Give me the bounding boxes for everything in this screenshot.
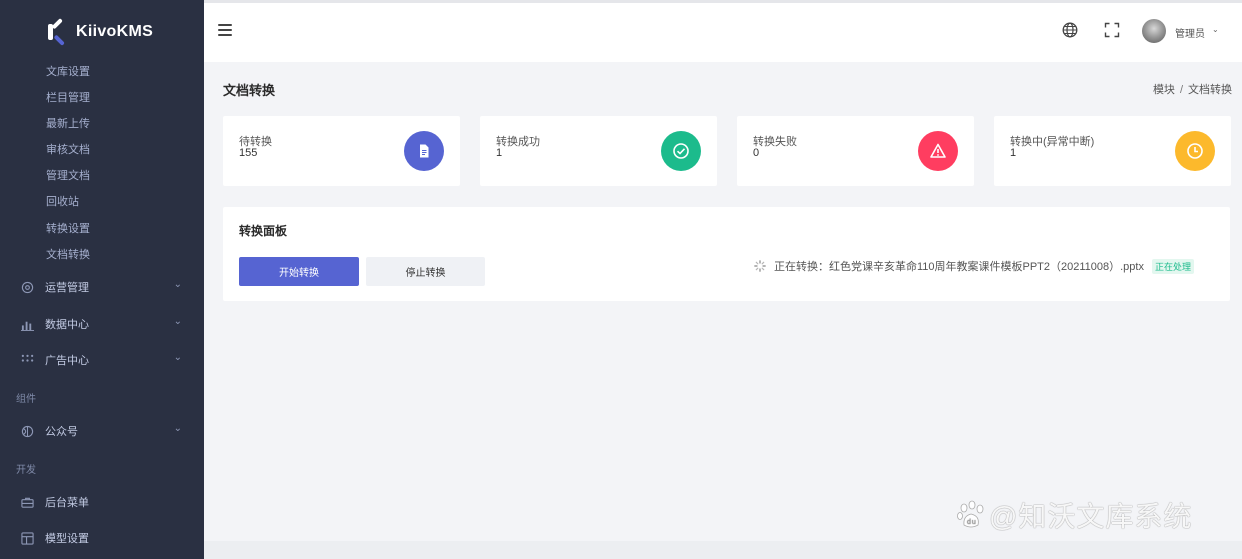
sidebar: KiivoKMS 文库设置 栏目管理 最新上传 审核文档 管理文档 回收站 转换… xyxy=(0,0,204,559)
stop-conversion-button[interactable]: 停止转换 xyxy=(366,257,485,286)
app-name: KiivoKMS xyxy=(76,23,154,40)
wechat-icon xyxy=(20,424,34,438)
sidebar-item-label: 数据中心 xyxy=(45,319,89,331)
chevron-down-icon: ⌄ xyxy=(173,423,182,434)
sidebar-item-label: 广告中心 xyxy=(45,355,89,367)
sidebar-item-admin-menu[interactable]: 后台菜单 xyxy=(20,492,190,512)
sidebar-item-label: 公众号 xyxy=(45,426,78,438)
stat-value: 155 xyxy=(239,147,258,159)
spinner-icon xyxy=(754,260,766,272)
chevron-down-icon: ⌄ xyxy=(173,352,182,363)
sidebar-item-model-settings[interactable]: 模型设置 xyxy=(20,528,190,548)
breadcrumb-item-current: 文档转换 xyxy=(1188,84,1232,96)
menu-toggle-icon[interactable] xyxy=(218,24,232,36)
operations-icon xyxy=(20,280,34,294)
sidebar-item-ad-center[interactable]: 广告中心 ⌄ xyxy=(20,350,190,370)
briefcase-icon xyxy=(20,495,34,509)
grid-dots-icon xyxy=(20,353,34,367)
document-icon xyxy=(404,131,444,171)
chevron-down-icon: ⌄ xyxy=(173,316,182,327)
breadcrumb-item-modules[interactable]: 模块 xyxy=(1153,84,1175,96)
stat-label: 转换中(异常中断) xyxy=(1010,136,1095,148)
conversion-status: 正在转换：红色党课辛亥革命110周年教案课件模板PPT2（20211008）.p… xyxy=(754,258,1194,274)
stat-label: 转换成功 xyxy=(496,136,540,148)
avatar[interactable] xyxy=(1142,19,1166,43)
panel-title: 转换面板 xyxy=(239,224,288,238)
logo-icon xyxy=(48,18,68,46)
page-title: 文档转换 xyxy=(223,83,276,98)
sidebar-item-review-documents[interactable]: 审核文档 xyxy=(46,142,90,158)
svg-text:du: du xyxy=(967,519,977,526)
watermark: du @知沃文库系统 xyxy=(955,497,1192,533)
stat-label: 转换失败 xyxy=(753,136,797,148)
clock-icon xyxy=(1175,131,1215,171)
stat-card-interrupted: 转换中(异常中断) 1 xyxy=(994,116,1231,186)
watermark-text: @知沃文库系统 xyxy=(989,501,1193,532)
warning-icon xyxy=(918,131,958,171)
section-title-dev: 开发 xyxy=(16,465,36,476)
fullscreen-icon[interactable] xyxy=(1104,22,1120,38)
stat-value: 1 xyxy=(1010,147,1017,159)
check-circle-icon xyxy=(661,131,701,171)
layout-icon xyxy=(20,531,34,545)
sidebar-item-data-center[interactable]: 数据中心 ⌄ xyxy=(20,314,190,334)
globe-icon[interactable] xyxy=(1062,22,1078,38)
sidebar-item-operations[interactable]: 运营管理 ⌄ xyxy=(20,277,190,297)
conversion-panel: 转换面板 开始转换 停止转换 正在转换：红色党课辛亥革命110周年教案课件模板P… xyxy=(223,207,1230,301)
bar-chart-icon xyxy=(20,317,34,331)
status-text: 正在转换：红色党课辛亥革命110周年教案课件模板PPT2（20211008）.p… xyxy=(773,261,1144,273)
chevron-down-icon[interactable]: ⌄ xyxy=(1212,25,1219,34)
sidebar-item-column-management[interactable]: 栏目管理 xyxy=(46,90,90,106)
stat-card-success: 转换成功 1 xyxy=(480,116,717,186)
footer xyxy=(204,541,1242,559)
sidebar-item-public-account[interactable]: 公众号 ⌄ xyxy=(20,421,190,441)
sidebar-item-recycle-bin[interactable]: 回收站 xyxy=(46,194,79,210)
app-logo[interactable]: KiivoKMS xyxy=(48,18,154,46)
sidebar-item-latest-uploads[interactable]: 最新上传 xyxy=(46,116,90,132)
topbar: 管理员 ⌄ xyxy=(204,0,1242,62)
chevron-down-icon: ⌄ xyxy=(173,279,182,290)
user-name[interactable]: 管理员 xyxy=(1175,25,1205,40)
sidebar-item-document-conversion[interactable]: 文档转换 xyxy=(46,247,90,263)
stat-value: 1 xyxy=(496,147,503,159)
sidebar-item-label: 运营管理 xyxy=(45,282,89,294)
sidebar-item-library-settings[interactable]: 文库设置 xyxy=(46,64,90,80)
start-conversion-button[interactable]: 开始转换 xyxy=(239,257,359,286)
breadcrumb: 模块 / 文档转换 xyxy=(1152,84,1232,96)
sidebar-item-manage-documents[interactable]: 管理文档 xyxy=(46,168,90,184)
stat-card-pending: 待转换 155 xyxy=(223,116,460,186)
sidebar-item-label: 模型设置 xyxy=(45,533,89,545)
stat-value: 0 xyxy=(753,147,760,159)
stat-card-failed: 转换失败 0 xyxy=(737,116,974,186)
sidebar-item-label: 后台菜单 xyxy=(45,497,89,509)
status-badge: 正在处理 xyxy=(1151,258,1194,274)
paw-icon: du xyxy=(957,500,984,528)
sidebar-item-conversion-settings[interactable]: 转换设置 xyxy=(46,221,90,237)
section-title-components: 组件 xyxy=(16,394,36,405)
